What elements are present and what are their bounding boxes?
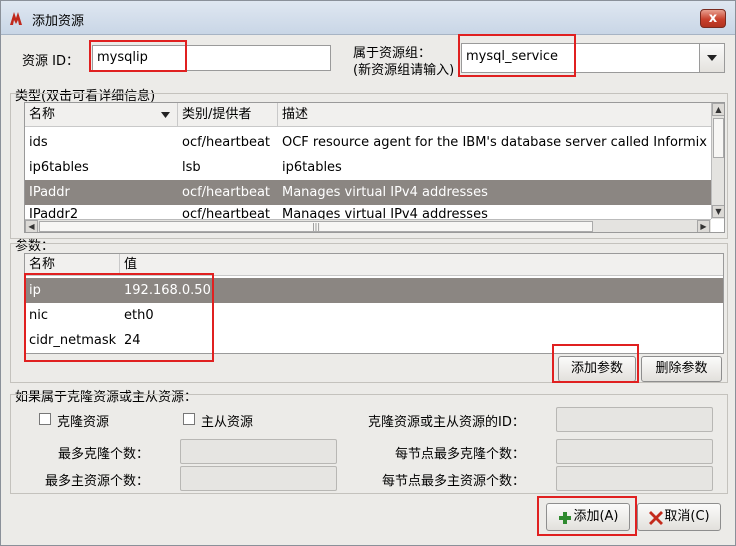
triangle-down-icon (707, 55, 717, 61)
resource-group-hint: (新资源组请输入) (353, 63, 455, 78)
clone-checkbox-label: 克隆资源 (57, 415, 110, 430)
type-table-header: 名称 类别/提供者 描述 (25, 103, 711, 127)
type-name: IPaddr (29, 185, 70, 200)
param-value: 24 (124, 333, 141, 348)
max-clones-per-node-input[interactable] (556, 439, 713, 464)
cancel-button[interactable]: 取消(C) (637, 503, 721, 531)
clone-checkbox[interactable] (39, 413, 51, 425)
max-masters-input[interactable] (180, 466, 337, 491)
table-row[interactable]: IPaddr2 ocf/heartbeat Manages virtual IP… (25, 205, 711, 219)
table-row-selected[interactable]: IPaddr ocf/heartbeat Manages virtual IPv… (25, 180, 711, 205)
max-clones-input[interactable] (180, 439, 337, 464)
type-description: ip6tables (282, 160, 342, 175)
param-name: nic (29, 308, 48, 323)
type-provider: lsb (182, 160, 201, 175)
resource-id-input[interactable]: mysqlip (92, 45, 331, 71)
table-row[interactable]: ids ocf/heartbeat OCF resource agent for… (25, 130, 711, 155)
scroll-up-icon[interactable]: ▲ (712, 103, 724, 116)
close-icon: x (708, 11, 718, 26)
horizontal-scroll-thumb[interactable]: ||| (39, 221, 593, 232)
add-resource-dialog: 添加资源 x 资源 ID： mysqlip 属于资源组： (新资源组请输入) m… (0, 0, 736, 546)
type-description: OCF resource agent for the IBM's databas… (282, 135, 711, 150)
add-button[interactable]: 添加(A) (546, 503, 630, 531)
resource-group-dropdown-button[interactable] (699, 44, 724, 72)
clone-master-id-input[interactable] (556, 407, 713, 432)
add-param-button[interactable]: 添加参数 (558, 356, 636, 382)
scroll-left-icon[interactable]: ◀ (25, 220, 38, 232)
type-name: ip6tables (29, 160, 89, 175)
param-name: ip (29, 283, 41, 298)
max-clones-per-node-label: 每节点最多克隆个数： (395, 447, 526, 462)
type-table-vertical-scrollbar[interactable]: ▲ ▼ (711, 103, 724, 219)
type-name: ids (29, 135, 48, 150)
plus-icon (559, 512, 571, 524)
param-row[interactable]: nic eth0 (25, 303, 723, 328)
column-header-description[interactable]: 描述 (278, 103, 711, 127)
resource-group-value: mysql_service (466, 49, 559, 64)
master-checkbox-label: 主从资源 (201, 415, 254, 430)
param-value: 192.168.0.50 (124, 283, 211, 298)
scroll-grip-marker: ||| (311, 222, 321, 231)
type-provider: ocf/heartbeat (182, 207, 271, 219)
max-clones-label: 最多克隆个数： (58, 447, 150, 462)
type-name: IPaddr2 (29, 207, 79, 219)
max-masters-per-node-label: 每节点最多主资源个数： (382, 474, 526, 489)
table-row[interactable]: ip6tables lsb ip6tables (25, 155, 711, 180)
params-table-header: 名称 值 (25, 254, 723, 276)
x-cancel-icon (649, 511, 663, 525)
resource-type-table[interactable]: 名称 类别/提供者 描述 ids ocf/heartbeat OCF resou… (24, 102, 725, 233)
param-value: eth0 (124, 308, 154, 323)
vertical-scroll-thumb[interactable] (713, 118, 724, 158)
resource-id-label: 资源 ID： (22, 54, 79, 69)
resource-id-value: mysqlip (97, 50, 148, 65)
resource-group-combobox[interactable]: mysql_service (461, 43, 725, 73)
column-header-provider[interactable]: 类别/提供者 (178, 103, 278, 127)
param-name: cidr_netmask (29, 333, 117, 348)
sort-descending-icon (161, 112, 170, 118)
column-header-param-value[interactable]: 值 (120, 254, 723, 276)
type-description: Manages virtual IPv4 addresses (282, 207, 488, 219)
type-provider: ocf/heartbeat (182, 185, 271, 200)
close-button[interactable]: x (700, 9, 726, 28)
param-row-selected[interactable]: ip 192.168.0.50 (25, 278, 723, 303)
type-description: Manages virtual IPv4 addresses (282, 185, 488, 200)
column-header-name[interactable]: 名称 (25, 103, 178, 127)
max-masters-label: 最多主资源个数： (45, 474, 150, 489)
type-table-horizontal-scrollbar[interactable]: ◀ ||| ▶ (25, 219, 711, 232)
max-masters-per-node-input[interactable] (556, 466, 713, 491)
clone-master-id-label: 克隆资源或主从资源的ID： (368, 415, 525, 430)
params-table[interactable]: 名称 值 ip 192.168.0.50 nic eth0 cidr_netma… (24, 253, 724, 354)
window-title: 添加资源 (32, 14, 85, 29)
scroll-down-icon[interactable]: ▼ (712, 205, 724, 218)
title-bar[interactable]: 添加资源 x (1, 1, 735, 35)
delete-param-button[interactable]: 删除参数 (641, 356, 722, 382)
app-logo-icon (10, 12, 22, 25)
scroll-right-icon[interactable]: ▶ (697, 220, 710, 232)
master-checkbox[interactable] (183, 413, 195, 425)
column-header-param-name[interactable]: 名称 (25, 254, 120, 276)
param-row[interactable]: cidr_netmask 24 (25, 328, 723, 353)
type-provider: ocf/heartbeat (182, 135, 271, 150)
